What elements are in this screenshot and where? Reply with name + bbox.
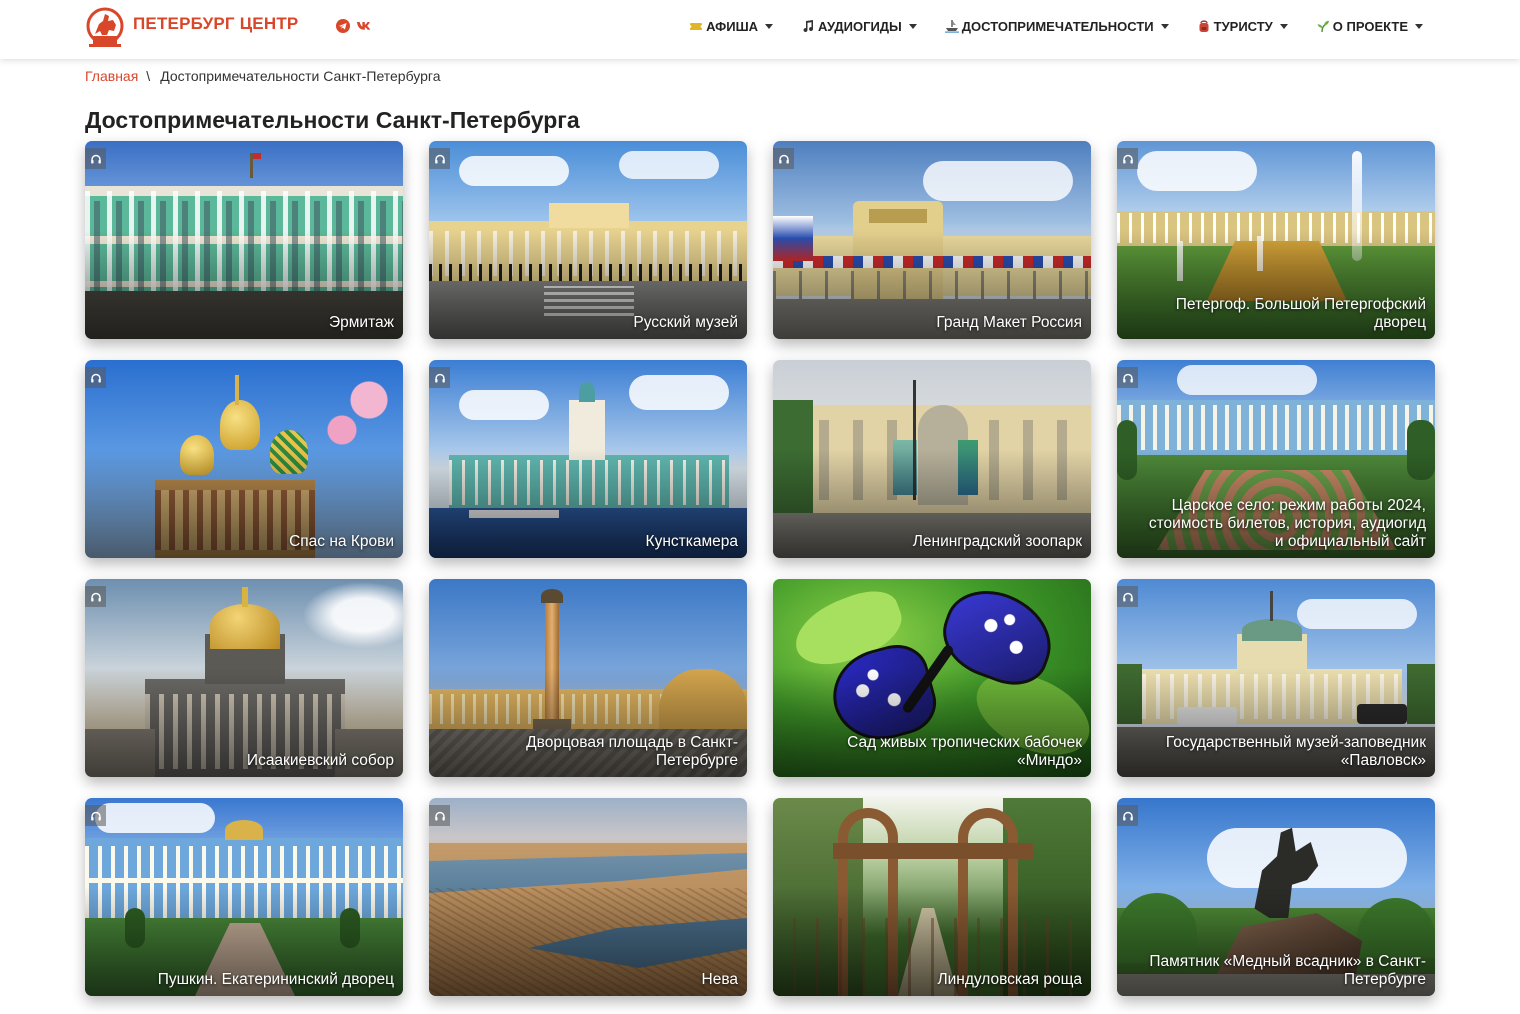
audio-guide-badge	[85, 148, 106, 169]
vk-icon[interactable]	[356, 19, 372, 33]
nav-sights[interactable]: Достопримечательности	[944, 18, 1169, 34]
nav-sights-label: Достопримечательности	[961, 18, 1154, 34]
nav-afisha[interactable]: Афиша	[689, 18, 774, 34]
card-title: Царское село: режим работы 2024, стоимос…	[1148, 497, 1426, 550]
card-title: Исаакиевский собор	[246, 752, 394, 769]
headphones-icon	[90, 592, 101, 601]
chevron-down-icon	[1279, 23, 1288, 29]
card-title: Линдуловская роща	[937, 971, 1082, 988]
sights-grid: Эрмитаж Русский музей Гранд Макет Россия…	[85, 141, 1435, 996]
headphones-icon	[778, 154, 789, 163]
card-title: Памятник «Медный всадник» в Санкт-Петерб…	[1149, 953, 1426, 988]
chevron-down-icon	[1160, 23, 1169, 29]
headphones-icon	[434, 154, 445, 163]
card-grand-maket[interactable]: Гранд Макет Россия	[773, 141, 1091, 339]
headphones-icon	[1122, 154, 1133, 163]
ticket-icon	[689, 19, 704, 33]
audio-guide-badge	[1117, 148, 1138, 169]
card-title: Сад живых тропических бабочек «Миндо»	[847, 734, 1082, 769]
audio-guide-badge	[429, 148, 450, 169]
card-butterfly-garden[interactable]: Сад живых тропических бабочек «Миндо»	[773, 579, 1091, 777]
main-nav: Афиша Аудиогиды Достопримечательности Ту…	[661, 0, 1423, 52]
card-neva[interactable]: Нева	[429, 798, 747, 996]
audio-guide-badge	[1117, 367, 1138, 388]
card-palace-square[interactable]: Дворцовая площадь в Санкт-Петербурге	[429, 579, 747, 777]
card-title: Дворцовая площадь в Санкт-Петербурге	[526, 734, 738, 769]
card-lindulovskaya-grove[interactable]: Линдуловская роща	[773, 798, 1091, 996]
breadcrumb-home[interactable]: Главная	[85, 68, 138, 84]
card-peterhof[interactable]: Петергоф. Большой Петергофский дворец	[1117, 141, 1435, 339]
nav-about[interactable]: О проекте	[1316, 19, 1423, 34]
audio-guide-badge	[429, 805, 450, 826]
nav-about-label: О проекте	[1332, 18, 1408, 34]
card-zoo[interactable]: Ленинградский зоопарк	[773, 360, 1091, 558]
card-isaac-cathedral[interactable]: Исаакиевский собор	[85, 579, 403, 777]
page-title: Достопримечательности Санкт-Петербурга	[85, 107, 580, 133]
audio-guide-badge	[1117, 586, 1138, 607]
card-pavlovsk[interactable]: Государственный музей-заповедник «Павлов…	[1117, 579, 1435, 777]
card-title: Нева	[701, 971, 739, 988]
backpack-icon	[1197, 19, 1211, 33]
nav-audioguides-label: Аудиогиды	[818, 18, 902, 34]
audio-guide-badge	[85, 805, 106, 826]
card-title: Спас на Крови	[289, 533, 394, 550]
audio-guide-badge	[773, 148, 794, 169]
card-title: Русский музей	[633, 314, 738, 331]
headphones-icon	[90, 811, 101, 820]
card-hermitage[interactable]: Эрмитаж	[85, 141, 403, 339]
card-bronze-horseman[interactable]: Памятник «Медный всадник» в Санкт-Петерб…	[1117, 798, 1435, 996]
sprout-icon	[1316, 19, 1330, 33]
nav-tourist-label: Туристу	[1213, 18, 1273, 34]
card-spas-na-krovi[interactable]: Спас на Крови	[85, 360, 403, 558]
headphones-icon	[90, 154, 101, 163]
nav-tourist[interactable]: Туристу	[1197, 19, 1288, 34]
audio-guide-badge	[85, 586, 106, 607]
headphones-icon	[90, 373, 101, 382]
card-title: Петергоф. Большой Петергофский дворец	[1175, 296, 1426, 331]
headphones-icon	[1122, 811, 1133, 820]
nav-afisha-label: Афиша	[706, 18, 759, 34]
ship-icon	[944, 19, 959, 33]
card-kunstkamera[interactable]: Кунсткамера	[429, 360, 747, 558]
card-title: Гранд Макет Россия	[936, 314, 1082, 331]
headphones-icon	[1122, 373, 1133, 382]
card-russian-museum[interactable]: Русский музей	[429, 141, 747, 339]
logo-text: ПЕТЕРБУРГ ЦЕНТР	[133, 13, 299, 33]
nav-audioguides[interactable]: Аудиогиды	[801, 19, 917, 34]
headphones-icon	[434, 373, 445, 382]
music-note-icon	[801, 19, 815, 33]
card-title: Ленинградский зоопарк	[912, 533, 1082, 550]
horseman-logo-icon	[86, 7, 124, 47]
breadcrumb-current: Достопримечательности Санкт-Петербурга	[160, 68, 441, 84]
audio-guide-badge	[1117, 805, 1138, 826]
card-title: Кунсткамера	[645, 533, 738, 550]
card-title: Эрмитаж	[329, 314, 394, 331]
breadcrumb: Главная \ Достопримечательности Санкт-Пе…	[85, 68, 441, 84]
chevron-down-icon	[1415, 23, 1423, 29]
card-tsarskoe-selo[interactable]: Царское село: режим работы 2024, стоимос…	[1117, 360, 1435, 558]
audio-guide-badge	[429, 367, 450, 388]
headphones-icon	[1122, 592, 1133, 601]
site-header: ПЕТЕРБУРГ ЦЕНТР Афиша Аудиогиды	[0, 0, 1520, 59]
headphones-icon	[434, 811, 445, 820]
chevron-down-icon	[765, 23, 774, 29]
audio-guide-badge	[85, 367, 106, 388]
site-logo[interactable]: ПЕТЕРБУРГ ЦЕНТР	[85, 4, 298, 52]
breadcrumb-separator: \	[146, 68, 151, 84]
telegram-icon[interactable]	[336, 19, 350, 33]
card-title: Государственный музей-заповедник «Павлов…	[1165, 734, 1426, 769]
chevron-down-icon	[908, 23, 917, 29]
card-catherine-palace[interactable]: Пушкин. Екатерининский дворец	[85, 798, 403, 996]
card-title: Пушкин. Екатерининский дворец	[157, 971, 394, 988]
